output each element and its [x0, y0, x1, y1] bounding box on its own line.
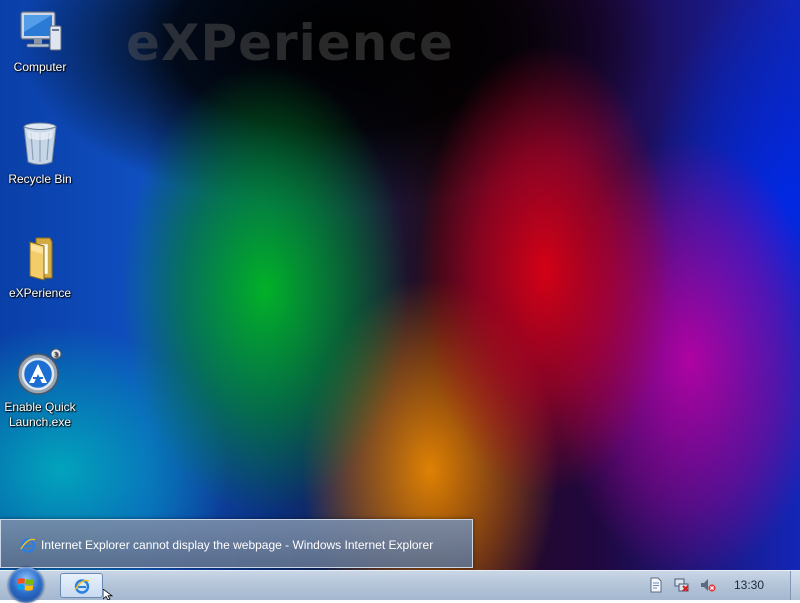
- aimp-icon: 3: [17, 348, 62, 395]
- start-button[interactable]: [8, 567, 44, 603]
- volume-muted-icon[interactable]: [700, 577, 716, 593]
- desktop-icon-computer[interactable]: Computer: [0, 8, 80, 75]
- desktop-icon-experience-folder[interactable]: eXPerience: [0, 234, 80, 301]
- computer-icon: [20, 11, 62, 51]
- system-tray: [630, 571, 800, 600]
- desktop[interactable]: eXPerience Computer Recycle Bin eXPerien…: [0, 0, 800, 570]
- taskbar-button-internet-explorer[interactable]: [60, 573, 103, 598]
- notification-popup[interactable]: Internet Explorer cannot display the web…: [0, 519, 473, 568]
- taskbar-clock[interactable]: 13:30: [734, 578, 764, 592]
- network-disconnected-icon[interactable]: [674, 577, 690, 593]
- internet-explorer-icon: [74, 579, 90, 594]
- desktop-icon-label: Enable Quick Launch.exe: [4, 400, 76, 429]
- taskbar: 13:30: [0, 567, 800, 603]
- svg-text:3: 3: [54, 351, 58, 359]
- wallpaper-watermark: eXPerience: [126, 14, 454, 72]
- folder-icon: [29, 237, 53, 281]
- action-center-icon[interactable]: [648, 577, 664, 593]
- recycle-bin-icon: [23, 122, 57, 165]
- desktop-icon-label: eXPerience: [8, 286, 72, 300]
- desktop-icon-recycle-bin[interactable]: Recycle Bin: [0, 120, 80, 187]
- notification-text: Internet Explorer cannot display the web…: [41, 538, 434, 552]
- internet-explorer-icon: [20, 538, 36, 553]
- show-desktop-button[interactable]: [790, 571, 800, 600]
- mouse-cursor-icon: [103, 589, 114, 600]
- desktop-icon-enable-quick-launch[interactable]: 3 Enable Quick Launch.exe: [0, 348, 80, 430]
- windows-logo-icon: [17, 578, 34, 591]
- desktop-icon-label: Computer: [13, 60, 67, 74]
- desktop-icon-label: Recycle Bin: [8, 172, 72, 186]
